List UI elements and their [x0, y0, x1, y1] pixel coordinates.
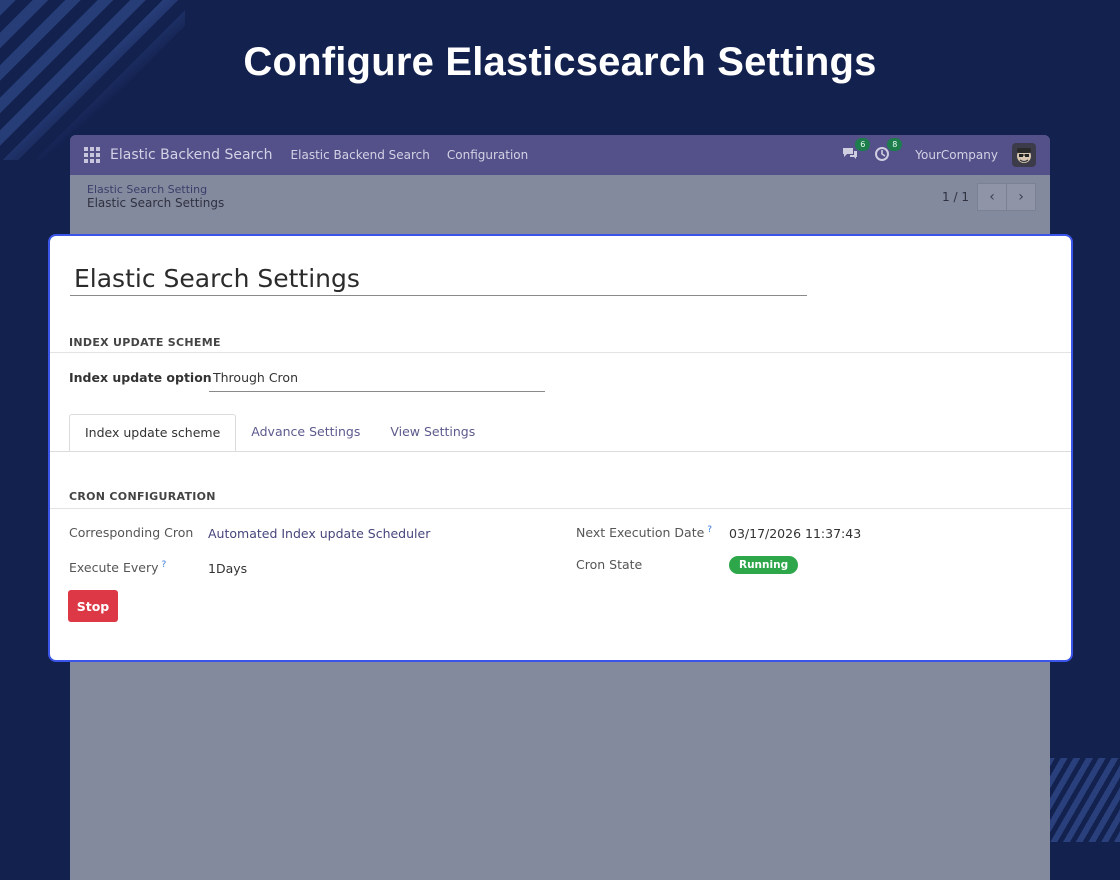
record-title-input[interactable]: Elastic Search Settings	[70, 262, 807, 296]
banner-title: Configure Elasticsearch Settings	[243, 40, 877, 84]
tab-view-settings[interactable]: View Settings	[375, 414, 490, 452]
help-icon[interactable]: ?	[161, 560, 166, 570]
tabs-divider	[50, 451, 1071, 452]
settings-form-card: Elastic Search Settings INDEX UPDATE SCH…	[48, 234, 1073, 662]
help-icon[interactable]: ?	[707, 525, 712, 535]
chevron-left-icon: ‹	[989, 189, 995, 205]
execute-every-label: Execute Every?	[69, 560, 166, 575]
corresponding-cron-label: Corresponding Cron	[69, 525, 194, 540]
top-navbar: Elastic Backend Search Elastic Backend S…	[70, 135, 1050, 175]
next-execution-date-label-text: Next Execution Date	[576, 525, 705, 541]
breadcrumb-current: Elastic Search Settings	[87, 196, 225, 210]
chat-icon[interactable]: 6	[841, 138, 871, 164]
control-panel: Elastic Search Setting Elastic Search Se…	[70, 175, 1050, 235]
notebook-tabs: Index update scheme Advance Settings Vie…	[69, 414, 490, 452]
section-divider	[50, 352, 1071, 353]
cron-state-label: Cron State	[576, 557, 643, 572]
next-execution-date-label: Next Execution Date?	[576, 525, 712, 540]
user-avatar[interactable]	[1012, 143, 1036, 167]
menu-configuration[interactable]: Configuration	[447, 148, 528, 162]
pager-next-button[interactable]: ›	[1007, 183, 1036, 211]
corresponding-cron-link[interactable]: Automated Index update Scheduler	[208, 526, 430, 541]
app-name[interactable]: Elastic Backend Search	[110, 147, 273, 163]
execute-every-value: 1Days	[208, 561, 248, 576]
breadcrumb-parent[interactable]: Elastic Search Setting	[87, 183, 207, 196]
tab-index-update-scheme[interactable]: Index update scheme	[69, 414, 237, 452]
pager: 1 / 1 ‹ ›	[942, 183, 1036, 211]
activities-badge: 8	[887, 138, 903, 151]
index-update-option-select[interactable]: Through Cron	[209, 368, 545, 392]
messages-badge: 6	[855, 138, 871, 151]
chevron-right-icon: ›	[1018, 189, 1024, 205]
cron-state-badge: Running	[729, 556, 799, 574]
tab-advance-settings[interactable]: Advance Settings	[236, 414, 375, 452]
apps-grid-icon[interactable]	[84, 147, 100, 163]
clock-icon[interactable]: 8	[873, 138, 903, 164]
section-cron-configuration: CRON CONFIGURATION	[69, 490, 216, 503]
navbar-systray: 6 8 YourCompany	[841, 138, 1036, 167]
next-execution-date-value: 03/17/2026 11:37:43	[729, 526, 862, 541]
menu-elastic-backend-search[interactable]: Elastic Backend Search	[291, 148, 430, 162]
execute-every-label-text: Execute Every	[69, 560, 159, 576]
pager-value[interactable]: 1 / 1	[942, 190, 969, 204]
company-switcher[interactable]: YourCompany	[915, 148, 998, 162]
decorative-stripes-bottom-right	[1048, 758, 1120, 842]
stop-button[interactable]: Stop	[68, 590, 118, 622]
section-index-update-scheme: INDEX UPDATE SCHEME	[69, 336, 221, 349]
pager-prev-button[interactable]: ‹	[977, 183, 1007, 211]
section-divider	[50, 508, 1071, 509]
index-update-option-label: Index update option	[69, 370, 212, 385]
